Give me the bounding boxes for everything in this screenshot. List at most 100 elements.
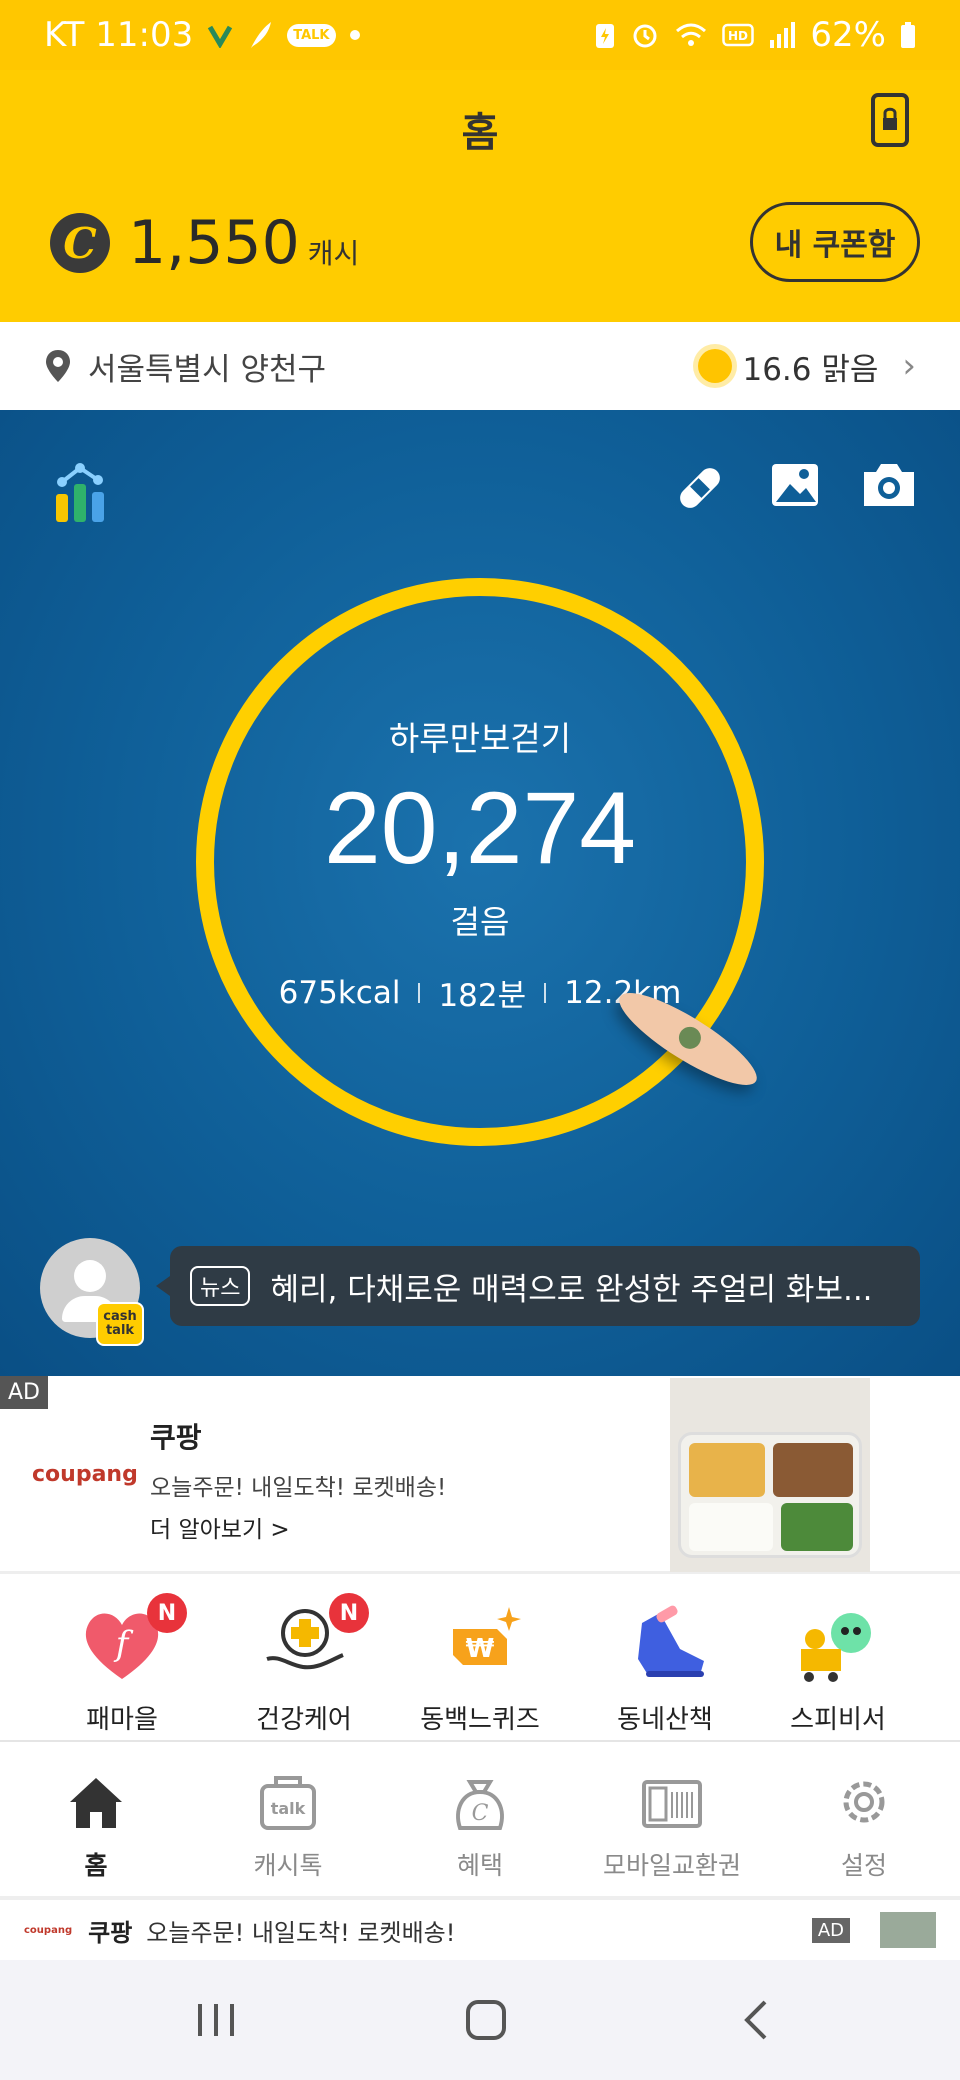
- image-icon: [772, 464, 818, 506]
- coupang-logo: coupang: [24, 1924, 73, 1936]
- new-badge: N: [329, 1593, 369, 1633]
- ad-learn-more-link[interactable]: 더 알아보기 >: [150, 1510, 290, 1544]
- shortcut-label: 패마을: [86, 1705, 158, 1735]
- banner-text: 오늘주문! 내일도착! 로켓배송!: [146, 1918, 456, 1947]
- bottom-ad-banner[interactable]: coupang 쿠팡 오늘주문! 내일도착! 로켓배송! AD: [0, 1896, 960, 1960]
- step-label: 하루만보걷기: [388, 719, 572, 758]
- step-stats: 675kcal 182분 12.2km: [0, 970, 960, 1015]
- cash-coin-icon: C: [50, 213, 110, 273]
- quiz-icon: ₩: [435, 1599, 525, 1689]
- shortcut-label: 동네산책: [617, 1705, 713, 1735]
- divider: [544, 982, 547, 1003]
- nav-benefits[interactable]: C 혜택: [390, 1770, 570, 1882]
- ad-description: 오늘주문! 내일도착! 로켓배송!: [150, 1475, 447, 1501]
- step-unit: 걸음: [450, 903, 510, 941]
- system-navigation-bar: [0, 1960, 960, 2080]
- ad-label: AD: [811, 1917, 850, 1943]
- svg-text:HD: HD: [728, 29, 748, 43]
- news-headline: 혜리, 다채로운 매력으로 완성한 주얼리 화보...: [270, 1271, 873, 1308]
- nav-cash-talk[interactable]: talk 캐시톡: [198, 1770, 378, 1882]
- home-icon: [70, 1778, 122, 1828]
- divider: [418, 982, 421, 1003]
- weather-info[interactable]: 16.6 맑음 ›: [698, 344, 916, 389]
- carrier-time: KT 11:03: [44, 15, 194, 55]
- cash-unit: 캐시: [307, 237, 360, 270]
- svg-text:C: C: [472, 1801, 489, 1826]
- nav-settings[interactable]: 설정: [774, 1770, 954, 1882]
- ad-image: [670, 1378, 870, 1572]
- nav-home[interactable]: 홈: [6, 1770, 186, 1882]
- svg-text:₩: ₩: [466, 1634, 495, 1664]
- weather-text: 16.6 맑음: [742, 351, 879, 388]
- coupon-box-button[interactable]: 내 쿠폰함: [750, 202, 920, 282]
- sneaker-icon: [620, 1599, 710, 1689]
- shortcut-item-0[interactable]: f N 패마을: [47, 1593, 197, 1737]
- ad-title: 쿠팡: [150, 1421, 202, 1454]
- home-button[interactable]: [456, 1990, 516, 2050]
- nav-label: 홈: [84, 1851, 108, 1880]
- news-ticker[interactable]: 뉴스 혜리, 다채로운 매력으로 완성한 주얼리 화보...: [156, 1246, 920, 1326]
- calories: 675kcal: [278, 974, 401, 1011]
- location-pin-icon: [46, 350, 70, 382]
- coupang-logo: coupang: [32, 1462, 138, 1487]
- nav-label: 모바일교환권: [602, 1851, 741, 1880]
- bandage-button[interactable]: [672, 460, 728, 516]
- stats-chart-button[interactable]: [52, 460, 108, 522]
- shortcut-item-2[interactable]: ₩ 동백느퀴즈: [405, 1599, 555, 1737]
- shortcut-item-3[interactable]: 동네산책: [590, 1599, 740, 1737]
- bar-chart-icon: [56, 463, 104, 522]
- recent-apps-icon: [198, 2004, 234, 2036]
- location-address: 서울특별시 양천구: [88, 351, 327, 388]
- bandage-icon: [680, 468, 720, 508]
- svg-text:talk: talk: [271, 1799, 306, 1818]
- cash-balance[interactable]: C 1,550 캐시: [50, 208, 359, 278]
- app-header: 홈 C 1,550 캐시 내 쿠폰함: [0, 70, 960, 322]
- cash-amount: 1,550: [128, 208, 300, 278]
- sunny-icon: [698, 349, 733, 383]
- location-bar[interactable]: 서울특별시 양천구 16.6 맑음 ›: [0, 322, 960, 410]
- nav-label: 캐시톡: [253, 1851, 323, 1880]
- battery-saver-icon: [594, 18, 616, 52]
- wifi-icon: [674, 18, 708, 52]
- home-square-icon: [466, 2000, 506, 2040]
- page-title: 홈: [461, 110, 499, 156]
- v-check-icon: [207, 18, 233, 52]
- recent-apps-button[interactable]: [186, 1990, 246, 2050]
- signal-icon: [768, 18, 796, 52]
- battery-percent: 62%: [810, 15, 886, 55]
- minutes: 182분: [438, 978, 527, 1014]
- banner-thumbnail: [880, 1912, 936, 1948]
- coin-bag-icon: C: [456, 1780, 504, 1830]
- hd-voice-icon: HD: [722, 18, 755, 52]
- talk-bag-icon: talk: [260, 1776, 316, 1830]
- shopping-character-icon: [793, 1599, 883, 1689]
- gallery-button[interactable]: [770, 460, 826, 516]
- voucher-icon: [642, 1780, 702, 1828]
- news-tag: 뉴스: [190, 1266, 251, 1306]
- camera-button[interactable]: [860, 460, 916, 516]
- notification-dot-icon: [349, 30, 360, 40]
- alarm-icon: [630, 18, 660, 52]
- lock-screen-button[interactable]: [870, 92, 910, 148]
- step-count: 20,274: [324, 771, 636, 885]
- shortcut-item-4[interactable]: 스피비서: [763, 1599, 913, 1737]
- feather-icon: [247, 18, 273, 52]
- chevron-right-icon: ›: [902, 346, 916, 386]
- step-counter-panel: 하루만보걷기 20,274 걸음 675kcal 182분 12.2km cas…: [0, 410, 960, 1376]
- status-bar: KT 11:03 TALK HD 62%: [0, 0, 960, 70]
- shortcut-item-1[interactable]: N 건강케어: [229, 1593, 379, 1737]
- ad-label: AD: [0, 1376, 48, 1409]
- gear-icon: [843, 1781, 885, 1823]
- phone-lock-icon: [871, 93, 909, 147]
- shortcut-label: 건강케어: [256, 1705, 352, 1735]
- nav-mobile-voucher[interactable]: 모바일교환권: [582, 1770, 762, 1882]
- shortcut-label: 스피비서: [790, 1705, 886, 1735]
- health-care-icon: N: [259, 1593, 369, 1689]
- kakaotalk-icon: TALK: [287, 18, 336, 52]
- banner-title: 쿠팡: [88, 1918, 133, 1947]
- shortcut-label: 동백느퀴즈: [420, 1705, 540, 1735]
- ad-card[interactable]: AD coupang 쿠팡 오늘주문! 내일도착! 로켓배송! 더 알아보기 >: [0, 1376, 960, 1574]
- camera-icon: [864, 464, 914, 506]
- lunchbox-image: [678, 1432, 862, 1558]
- back-button[interactable]: [726, 1990, 786, 2050]
